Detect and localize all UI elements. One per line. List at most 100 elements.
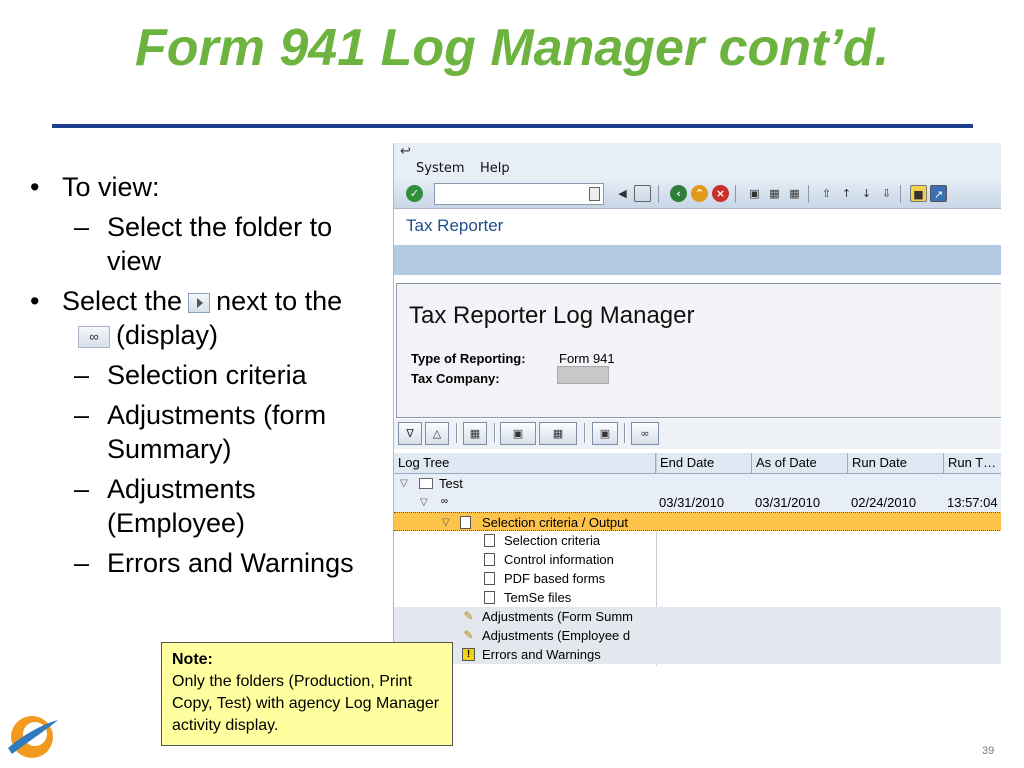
find-next-icon[interactable]: ▦ [786,185,803,202]
collapse-toggle-icon[interactable]: ▽ [420,493,428,512]
tree-label: PDF based forms [504,571,606,586]
collapse-toggle-icon[interactable]: ▽ [442,513,450,532]
note-title: Note: [172,651,213,668]
tree-row-adjustments-form[interactable]: ✎ Adjustments (Form Summ [394,607,1001,626]
tree-label: Selection criteria [504,533,601,548]
document-edit-icon [460,516,471,529]
tree-row-selection-output[interactable]: ▽ Selection criteria / Output [394,512,1001,531]
warning-icon: ! [462,648,475,661]
bullet-adjustments-employee: Adjustments (Employee) [28,472,378,540]
tree-label: Selection criteria / Output [482,515,628,530]
tree-row-pdf-forms[interactable]: PDF based forms [394,569,1001,588]
adjustment-pencil-icon: ✎ [463,609,474,623]
find-icon[interactable]: ▦ [766,185,783,202]
tree-label: Test [439,476,463,491]
display-glasses-icon: ∞ [440,496,449,507]
type-of-reporting-label: Type of Reporting: [411,351,526,366]
menu-system[interactable]: System [416,161,464,176]
exit-icon[interactable]: ⌃ [691,185,708,202]
note-box: Note: Only the folders (Production, Prin… [161,642,453,746]
folder-icon [419,478,433,489]
tree-find-icon[interactable]: ▦ [463,422,487,445]
tree-row-adjustments-employee[interactable]: ✎ Adjustments (Employee d [394,626,1001,645]
menu-exit-icon[interactable]: ↩ [400,144,411,159]
col-as-of-date[interactable]: As of Date [752,453,848,474]
tax-company-value [557,366,609,384]
tree-row-temse-files[interactable]: TemSe files [394,588,1001,607]
bullet-text-pre: Select the [62,286,183,316]
sap-window: ↩ System Help ✓ ◀ ‹ ⌃ × ▣ ▦ ▦ ⇧ ↑ ↓ ⇩ ■ … [393,143,1001,666]
display-glasses-button[interactable]: ∞ [631,422,659,445]
command-field[interactable] [434,183,604,205]
menu-bar: ↩ System Help [394,143,1001,179]
nav-back-small-icon[interactable]: ◀ [614,185,631,202]
next-page-icon[interactable]: ↓ [858,185,875,202]
tree-row-errors-warnings[interactable]: ! Errors and Warnings [394,645,1001,664]
tree-row-selection-criteria[interactable]: Selection criteria [394,531,1001,550]
document-icon [484,534,495,547]
tree-row-test[interactable]: ▽ Test [394,474,1001,493]
table-view-icon[interactable]: ▦ [539,422,577,445]
tree-header: Log Tree End Date As of Date Run Date Ru… [394,453,1001,474]
bullet-selection-criteria: Selection criteria [28,358,378,392]
bullet-text-mid: next to the [216,286,343,316]
run-time-value: 13:57:04 [947,495,998,510]
bullet-to-view: To view: [28,170,378,204]
print-icon[interactable]: ▣ [746,185,763,202]
print-preview-icon[interactable]: ▣ [500,422,536,445]
application-toolbar [394,245,1001,275]
display-glasses-icon: ∞ [78,325,110,348]
previous-page-icon[interactable]: ↑ [838,185,855,202]
slide-title: Form 941 Log Manager cont’d. [134,19,890,77]
expand-arrow-icon [188,292,211,313]
collapse-all-icon[interactable]: △ [425,422,449,445]
tree-row-run[interactable]: ▽ ∞ 03/31/2010 03/31/2010 02/24/2010 13:… [394,493,1001,512]
app-title: Tax Reporter [406,216,504,235]
run-date-value: 02/24/2010 [851,495,917,510]
document-icon [484,591,495,604]
save-icon[interactable] [634,185,651,202]
back-icon[interactable]: ‹ [670,185,687,202]
tree-label: Adjustments (Form Summ [482,609,633,624]
tree-print-icon[interactable]: ▣ [592,422,618,445]
bullet-select-display: Select the next to the ∞ (display) [28,284,378,352]
as-of-date-value: 03/31/2010 [755,495,821,510]
shortcut-icon[interactable]: ↗ [930,185,947,202]
col-run-date[interactable]: Run Date [848,453,944,474]
bullet-text-post: (display) [116,320,219,350]
log-manager-title: Tax Reporter Log Manager [409,302,695,329]
col-run-time[interactable]: Run T… [944,453,1001,474]
end-date-value: 03/31/2010 [659,495,725,510]
expand-all-icon[interactable]: ∇ [398,422,422,445]
bullet-adjustments-form: Adjustments (form Summary) [28,398,378,466]
page-number: 39 [982,745,995,757]
title-divider [52,124,973,128]
standard-toolbar: ✓ ◀ ‹ ⌃ × ▣ ▦ ▦ ⇧ ↑ ↓ ⇩ ■ ↗ [394,179,1001,209]
log-tree: Log Tree End Date As of Date Run Date Ru… [394,453,1001,666]
tree-label: Adjustments (Employee d [482,628,631,643]
tax-company-label: Tax Company: [411,371,500,386]
bullet-errors-warnings: Errors and Warnings [28,546,378,580]
enter-check-icon[interactable]: ✓ [406,185,423,202]
tree-row-control-information[interactable]: Control information [394,550,1001,569]
collapse-toggle-icon[interactable]: ▽ [400,474,408,493]
tree-toolbar: ∇ △ ▦ ▣ ▦ ▣ ∞ [394,419,1001,449]
app-title-bar: Tax Reporter [394,210,1001,240]
col-log-tree[interactable]: Log Tree [394,453,656,474]
last-page-icon[interactable]: ⇩ [878,185,895,202]
bullet-select-folder: Select the folder to view [28,210,378,278]
menu-help[interactable]: Help [480,161,510,176]
log-manager-header: Tax Reporter Log Manager Type of Reporti… [396,283,1001,418]
command-history-icon[interactable] [589,187,600,201]
new-session-icon[interactable]: ■ [910,185,927,202]
company-logo-icon [8,716,58,758]
col-end-date[interactable]: End Date [656,453,752,474]
document-icon [484,553,495,566]
type-of-reporting-value: Form 941 [559,351,615,366]
first-page-icon[interactable]: ⇧ [818,185,835,202]
tree-label: TemSe files [504,590,572,605]
bullet-list: To view: Select the folder to view Selec… [28,170,378,586]
document-icon [484,572,495,585]
cancel-icon[interactable]: × [712,185,729,202]
tree-label: Errors and Warnings [482,647,601,662]
